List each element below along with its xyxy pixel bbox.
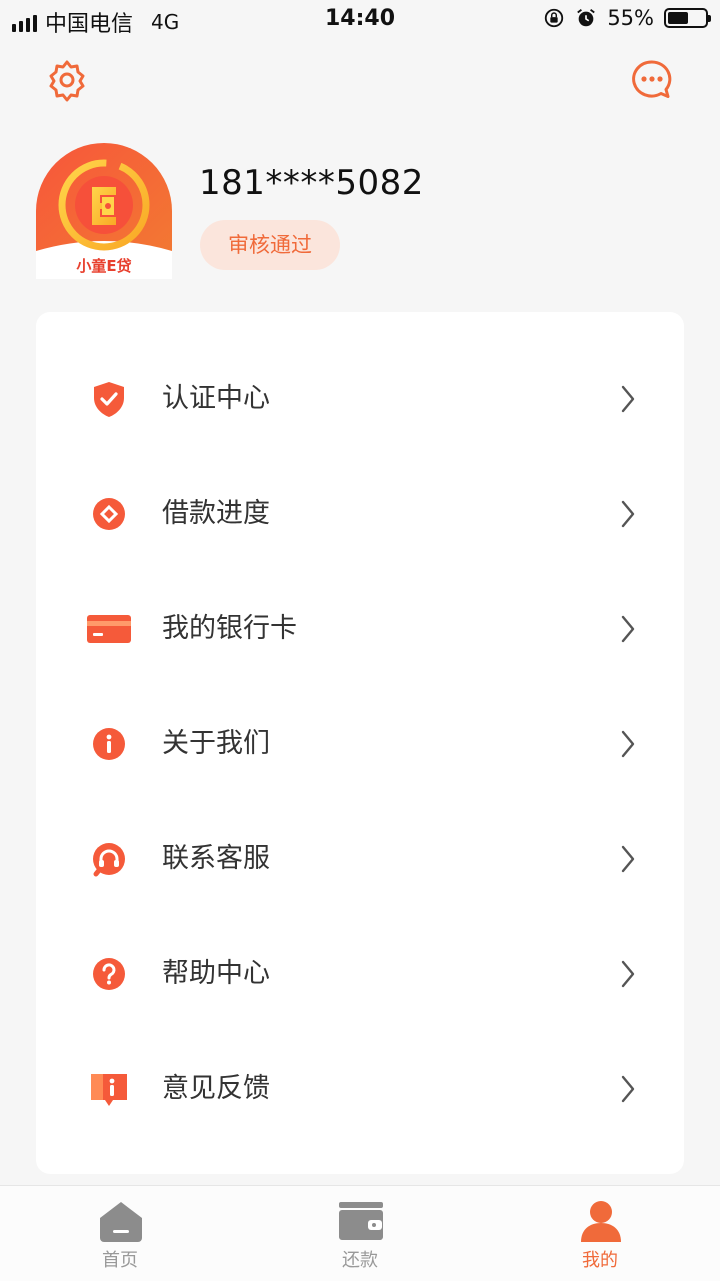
chevron-right-icon (621, 730, 635, 758)
menu-item-certification[interactable]: 认证中心 (36, 342, 684, 457)
status-badge: 审核通过 (200, 220, 340, 270)
menu-item-label: 联系客服 (162, 843, 270, 874)
chevron-right-icon (621, 1075, 635, 1103)
chevron-right-icon (621, 960, 635, 988)
progress-icon (93, 498, 125, 530)
battery-icon (664, 8, 711, 28)
gear-icon (49, 60, 85, 102)
chevron-right-icon (621, 500, 635, 528)
info-icon (93, 728, 125, 760)
menu-item-loan-progress[interactable]: 借款进度 (36, 457, 684, 572)
menu-item-label: 意见反馈 (162, 1073, 270, 1104)
menu-card: 认证中心 借款进度 我的银行卡 关于我们 联系客服 帮助中心 意见反馈 (36, 312, 684, 1174)
settings-button[interactable] (45, 58, 89, 102)
avatar[interactable]: 小童E贷 (36, 143, 172, 279)
tab-label: 首页 (102, 1250, 138, 1271)
tab-bar: 首页 还款 我的 (0, 1185, 720, 1281)
chevron-right-icon (621, 845, 635, 873)
menu-item-label: 借款进度 (162, 498, 270, 529)
menu-item-label: 认证中心 (162, 383, 270, 414)
menu-item-customer-service[interactable]: 联系客服 (36, 802, 684, 917)
menu-item-about-us[interactable]: 关于我们 (36, 687, 684, 802)
brand-logo-icon: 小童E贷 (36, 143, 172, 279)
question-icon (93, 958, 125, 990)
menu-item-bank-card[interactable]: 我的银行卡 (36, 572, 684, 687)
bank-card-icon (87, 615, 131, 643)
message-button[interactable] (630, 58, 674, 102)
menu-item-label: 帮助中心 (162, 958, 270, 989)
tab-mine[interactable]: 我的 (480, 1186, 720, 1281)
home-icon (100, 1202, 142, 1242)
tab-label: 还款 (342, 1250, 378, 1271)
rotation-lock-icon (545, 8, 564, 28)
chevron-right-icon (621, 385, 635, 413)
tab-repayment[interactable]: 还款 (240, 1186, 480, 1281)
tab-home[interactable]: 首页 (0, 1186, 240, 1281)
feedback-icon (91, 1074, 127, 1106)
menu-item-help-center[interactable]: 帮助中心 (36, 917, 684, 1032)
wallet-icon (339, 1202, 383, 1240)
tab-label: 我的 (582, 1250, 618, 1271)
battery-percent: 55% (607, 6, 654, 30)
user-phone: 181****5082 (199, 163, 424, 203)
menu-item-label: 关于我们 (162, 728, 270, 759)
headset-icon (93, 843, 125, 877)
shield-check-icon (94, 382, 124, 417)
chat-bubble-icon (632, 60, 672, 98)
chevron-right-icon (621, 615, 635, 643)
user-icon (581, 1201, 621, 1242)
menu-item-feedback[interactable]: 意见反馈 (36, 1032, 684, 1147)
alarm-icon (577, 9, 596, 27)
menu-item-label: 我的银行卡 (162, 613, 297, 644)
svg-text:小童E贷: 小童E贷 (76, 257, 131, 275)
status-bar: 中国电信 4G 14:40 55% (0, 0, 720, 40)
